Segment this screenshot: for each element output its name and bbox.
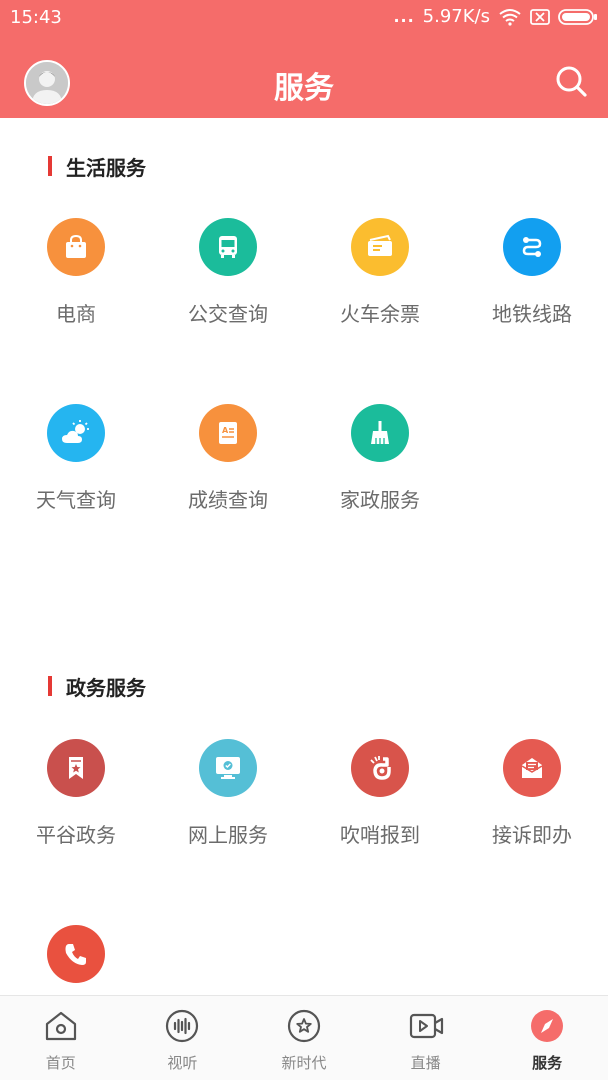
broom-icon (351, 404, 409, 462)
government-badge-icon (47, 739, 105, 797)
search-icon[interactable] (554, 64, 588, 98)
service-ecommerce[interactable]: 电商 (0, 218, 152, 327)
phone-icon (47, 925, 105, 983)
monitor-icon (199, 739, 257, 797)
status-dots: ... (393, 7, 415, 26)
service-label: 天气查询 (36, 488, 116, 512)
report-card-icon: A (199, 404, 257, 462)
service-label: 接诉即办 (492, 823, 572, 847)
audio-wave-icon (166, 1009, 199, 1043)
service-label: 公交查询 (188, 302, 268, 326)
bottom-tab-bar: 首页 视听 新时代 直播 服务 (0, 995, 608, 1080)
whistle-icon (351, 739, 409, 797)
subway-route-icon (503, 218, 561, 276)
service-weather-query[interactable]: 天气查询 (0, 404, 152, 513)
tab-services[interactable]: 服务 (486, 996, 608, 1081)
tab-audio-video[interactable]: 视听 (122, 996, 244, 1081)
section-heading: 政务服务 (66, 675, 146, 700)
service-subway-routes[interactable]: 地铁线路 (456, 218, 608, 327)
status-bar: 15:43 ... 5.97K/s (0, 0, 608, 36)
weather-icon (47, 404, 105, 462)
video-icon (409, 1013, 443, 1039)
tab-label: 服务 (532, 1054, 563, 1072)
section-heading: 生活服务 (66, 155, 146, 180)
section-title-government: 政务服务 (48, 674, 146, 700)
status-right: ... 5.97K/s (393, 6, 598, 27)
ticket-icon (351, 218, 409, 276)
service-label: 吹哨报到 (340, 823, 420, 847)
page-title: 服务 (274, 71, 334, 106)
tab-home[interactable]: 首页 (0, 996, 122, 1081)
service-label: 网上服务 (188, 823, 268, 847)
compass-icon (531, 1010, 564, 1042)
tab-live[interactable]: 直播 (365, 996, 487, 1081)
service-score-query[interactable]: A 成绩查询 (152, 404, 304, 513)
service-label: 平谷政务 (36, 823, 116, 847)
sim-off-icon (530, 8, 550, 25)
home-icon (45, 1011, 76, 1041)
service-label: 电商 (56, 302, 96, 326)
shopping-bag-icon (47, 218, 105, 276)
section-marker (48, 156, 52, 176)
service-pinggu-government[interactable]: 平谷政务 (0, 739, 152, 848)
service-online-services[interactable]: 网上服务 (152, 739, 304, 848)
tab-label: 新时代 (281, 1054, 327, 1072)
service-label: 成绩查询 (188, 488, 268, 512)
service-train-tickets[interactable]: 火车余票 (304, 218, 456, 327)
status-time: 15:43 (10, 7, 62, 28)
service-whistle-report[interactable]: 吹哨报到 (304, 739, 456, 848)
service-housekeeping[interactable]: 家政服务 (304, 404, 456, 513)
service-label: 地铁线路 (492, 302, 572, 326)
service-complaints[interactable]: 接诉即办 (456, 739, 608, 848)
top-bar: 15:43 ... 5.97K/s 服务 (0, 0, 608, 118)
app-header: 服务 (0, 46, 608, 118)
tab-label: 视听 (167, 1054, 198, 1072)
battery-icon (558, 8, 597, 25)
section-title-life: 生活服务 (48, 154, 146, 180)
service-hotline[interactable] (0, 925, 152, 1005)
tab-label: 首页 (45, 1054, 76, 1072)
bus-icon (199, 218, 257, 276)
star-circle-icon (287, 1009, 321, 1043)
tab-new-era[interactable]: 新时代 (243, 996, 365, 1081)
section-marker (48, 676, 52, 696)
service-label: 火车余票 (340, 302, 420, 326)
service-label: 家政服务 (340, 488, 420, 512)
tab-label: 直播 (410, 1054, 441, 1072)
svg-text:A: A (222, 426, 229, 435)
wifi-icon (499, 8, 521, 26)
network-speed: 5.97K/s (422, 6, 490, 27)
mail-icon (503, 739, 561, 797)
service-bus-query[interactable]: 公交查询 (152, 218, 304, 327)
